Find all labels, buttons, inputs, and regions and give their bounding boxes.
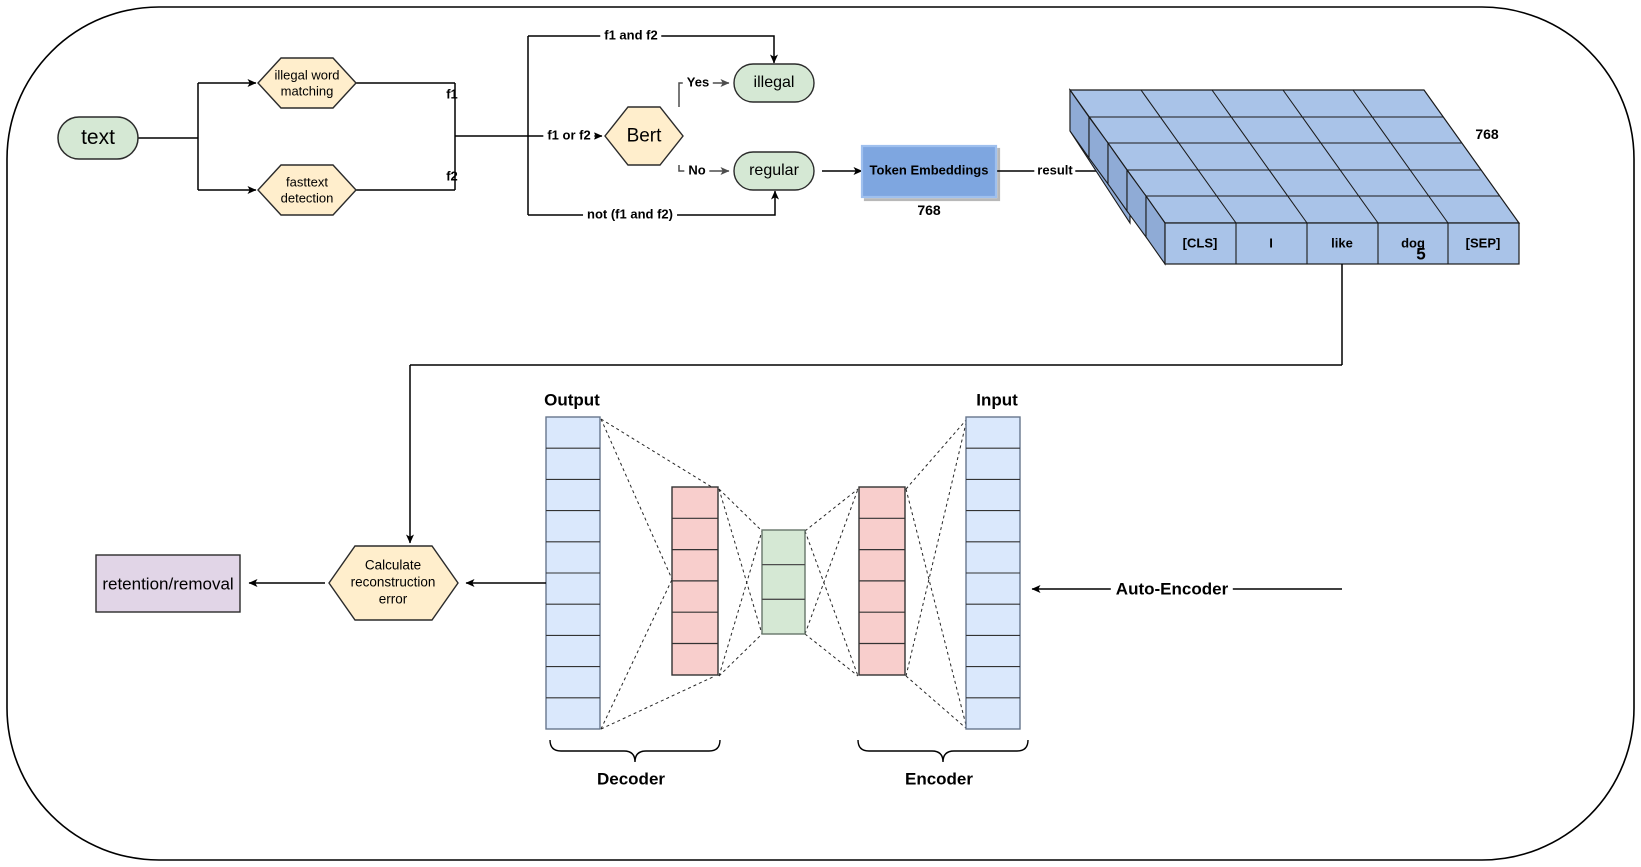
cube-token-1: I	[1269, 235, 1273, 251]
node-calculate-label-line1: Calculate	[364, 557, 422, 573]
node-illegal-word-matching-label-line1: illegal word	[274, 67, 340, 83]
node-token-embeddings-label: Token Embeddings	[869, 162, 989, 178]
autoencoder-input-label: Input	[976, 390, 1018, 410]
edge-label-f1-and-f2: f1 and f2	[600, 28, 662, 44]
node-fasttext-detection-label-line2: detection	[280, 190, 334, 206]
autoencoder-output-column	[545, 416, 601, 730]
cube-width-dimension-label: 5	[1416, 244, 1426, 264]
autoencoder-encoder-hidden-column	[858, 486, 906, 676]
autoencoder-bottleneck-column	[761, 529, 806, 635]
node-calculate-label-line3: error	[378, 591, 408, 607]
edge-label-auto-encoder: Auto-Encoder	[1110, 579, 1234, 599]
token-embedding-cube	[1068, 88, 1521, 266]
autoencoder-decoder-label: Decoder	[596, 769, 666, 789]
node-illegal-word-matching-label-line2: matching	[280, 83, 334, 99]
node-retention-removal-label: retention/removal	[102, 574, 234, 594]
edge-label-f1-or-f2: f1 or f2	[543, 128, 595, 144]
edge-label-f1: f1	[446, 86, 458, 102]
flow-connectors-top	[138, 35, 779, 216]
edge-label-yes: Yes	[682, 75, 714, 91]
node-illegal-label: illegal	[753, 74, 795, 92]
diagram-svg	[6, 6, 1635, 861]
cube-token-2: like	[1331, 235, 1353, 251]
autoencoder-input-column	[965, 416, 1021, 730]
node-fasttext-detection-label-line1: fasttext	[286, 174, 328, 190]
edge-label-f2: f2	[446, 168, 458, 184]
autoencoder-decoder-hidden-column	[671, 486, 719, 676]
node-bert-label: Bert	[626, 125, 662, 147]
node-text-label: text	[81, 126, 115, 150]
edge-label-not-f1-and-f2: not (f1 and f2)	[583, 207, 677, 223]
token-embeddings-dimension-label: 768	[917, 202, 941, 219]
bert-branch-connectors	[678, 79, 730, 175]
encoder-brace	[857, 739, 1029, 763]
cube-token-4: [SEP]	[1465, 235, 1501, 251]
node-calculate-label-line2: reconstruction	[350, 574, 436, 590]
cube-depth-dimension-label: 768	[1475, 126, 1499, 143]
autoencoder-encoder-label: Encoder	[904, 769, 974, 789]
edge-label-no: No	[684, 163, 710, 179]
decoder-brace	[549, 739, 721, 763]
node-regular-label: regular	[749, 162, 799, 180]
edge-label-result: result	[1034, 163, 1076, 179]
diagram-canvas: text illegal word matching fasttext dete…	[0, 0, 1641, 867]
autoencoder-output-label: Output	[544, 390, 600, 410]
cube-token-0: [CLS]	[1182, 235, 1218, 251]
